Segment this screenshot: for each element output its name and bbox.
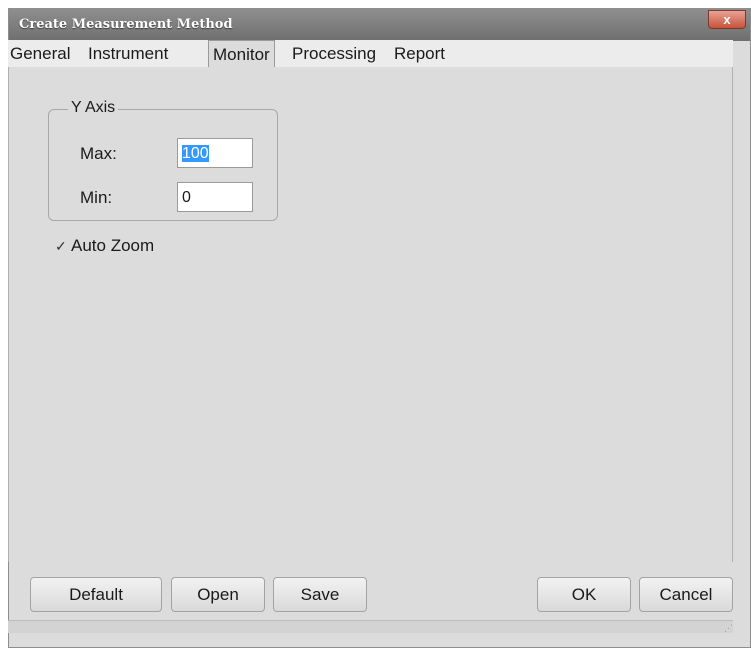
save-button[interactable]: Save [273,577,367,612]
close-icon: x [723,12,731,27]
ok-button[interactable]: OK [537,577,631,612]
open-button[interactable]: Open [171,577,265,612]
checkmark-icon: ✓ [55,238,67,254]
tab-report[interactable]: Report [394,40,445,68]
min-label: Min: [80,188,113,207]
y-axis-group-title: Y Axis [68,99,119,117]
close-button[interactable]: x [708,10,746,29]
title-bar[interactable]: Create Measurement Method x [9,9,750,41]
tab-bar: General Instrument Monitor Processing Re… [8,40,733,69]
y-axis-max-input[interactable]: 100 [177,138,253,168]
y-axis-min-input[interactable]: 0 [177,182,253,212]
tab-processing[interactable]: Processing [292,40,376,68]
tab-instrument[interactable]: Instrument [88,40,168,68]
resize-grip-icon[interactable]: ⋰ [723,623,733,633]
status-bar: ⋰ [8,620,733,633]
tab-monitor[interactable]: Monitor [208,40,275,69]
auto-zoom-label: Auto Zoom [71,236,155,255]
window-title: Create Measurement Method [19,17,233,32]
y-axis-min-value: 0 [182,189,191,206]
max-label: Max: [80,144,117,163]
y-axis-max-value: 100 [182,145,209,162]
cancel-button[interactable]: Cancel [639,577,733,612]
tab-general[interactable]: General [10,40,70,68]
default-button[interactable]: Default [30,577,162,612]
